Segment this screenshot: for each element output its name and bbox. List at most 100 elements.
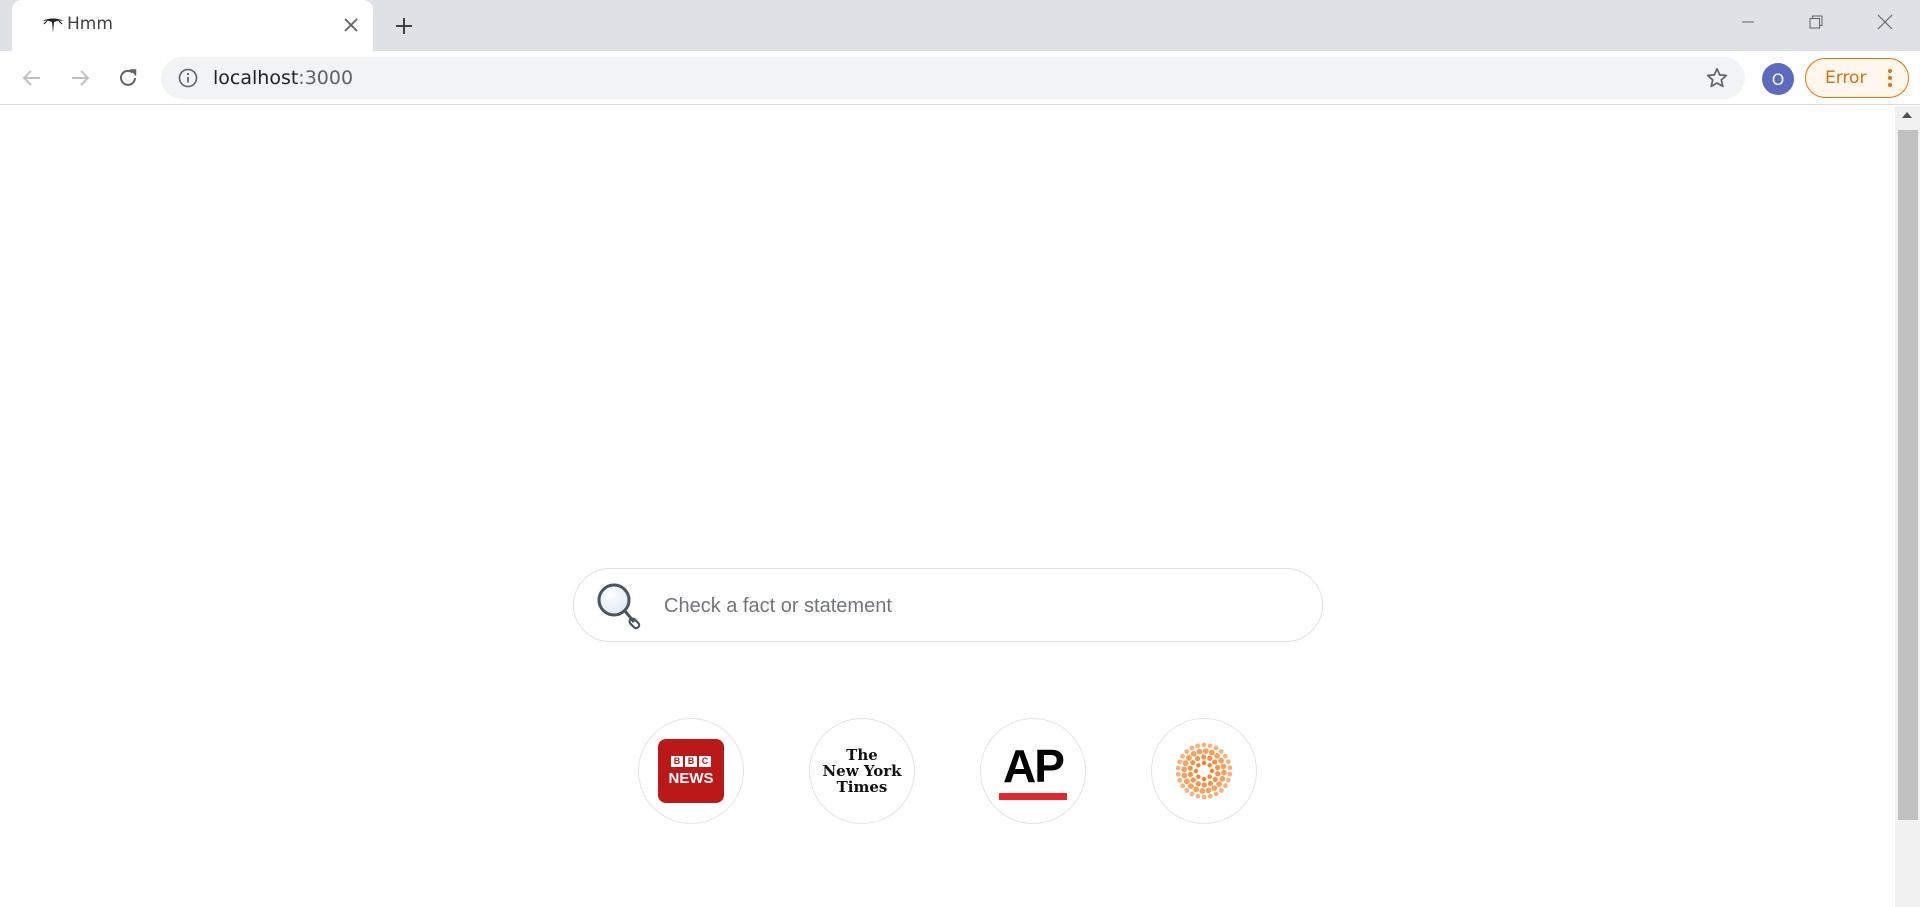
- star-icon[interactable]: [1705, 66, 1729, 90]
- tab-strip: Hmm: [0, 0, 1920, 51]
- browser-toolbar: localhost:3000 O Error: [0, 51, 1920, 105]
- source-bbc-news[interactable]: B B C NEWS: [638, 718, 744, 824]
- magnifier-icon: [597, 583, 641, 630]
- reuters-dot: [1190, 750, 1197, 757]
- bbc-news-logo: B B C NEWS: [658, 739, 724, 803]
- reuters-dot: [1181, 766, 1187, 773]
- reuters-dot: [1177, 777, 1183, 783]
- address-bar[interactable]: localhost:3000: [161, 57, 1745, 99]
- scroll-thumb[interactable]: [1898, 130, 1918, 820]
- search-input[interactable]: [664, 588, 1284, 624]
- reuters-dot: [1182, 760, 1189, 767]
- kebab-menu-icon: [1888, 69, 1892, 87]
- forward-button[interactable]: [63, 61, 97, 95]
- reuters-dot: [1213, 791, 1219, 797]
- minimize-button[interactable]: [1725, 6, 1771, 38]
- reuters-dot: [1196, 748, 1203, 755]
- reuters-dot: [1222, 753, 1228, 759]
- source-ap[interactable]: AP: [980, 718, 1086, 824]
- ap-logo: AP: [999, 743, 1067, 800]
- reuters-dot: [1207, 793, 1213, 799]
- reuters-dot: [1195, 755, 1201, 762]
- reuters-dot: [1207, 763, 1212, 768]
- tree-favicon-icon: [42, 18, 64, 33]
- bbc-news-label: NEWS: [668, 769, 714, 787]
- vertical-scrollbar[interactable]: [1895, 106, 1920, 907]
- reuters-dot: [1218, 757, 1225, 764]
- back-button[interactable]: [15, 61, 49, 95]
- reuters-dot: [1219, 775, 1226, 782]
- ap-letters: AP: [1003, 739, 1065, 792]
- reuters-dot: [1225, 759, 1231, 765]
- reuters-dot: [1195, 743, 1201, 749]
- info-icon[interactable]: [177, 67, 199, 89]
- reuters-logo-icon: [1175, 742, 1233, 800]
- reuters-dot: [1193, 768, 1199, 774]
- close-icon: [1877, 14, 1893, 30]
- reuters-dot: [1196, 763, 1201, 768]
- reuters-dot: [1218, 749, 1224, 754]
- reuters-dot: [1187, 771, 1194, 778]
- address-url: localhost:3000: [213, 67, 353, 89]
- reuters-dot: [1190, 759, 1196, 766]
- reuters-dot: [1196, 774, 1201, 779]
- reuters-dot: [1184, 788, 1190, 793]
- plus-icon: [396, 18, 412, 34]
- reuters-dot: [1202, 748, 1209, 754]
- reuters-dot: [1216, 781, 1223, 787]
- reuters-dot: [1212, 776, 1218, 783]
- reuters-dot: [1223, 783, 1228, 789]
- reuters-dot: [1201, 776, 1207, 782]
- bbc-block-c: C: [699, 755, 711, 767]
- reuters-dot: [1201, 742, 1207, 748]
- nyt-line-3: Times: [836, 778, 888, 796]
- tab-close-button[interactable]: [339, 13, 363, 37]
- profile-avatar[interactable]: O: [1762, 63, 1794, 95]
- restore-button[interactable]: [1793, 6, 1839, 38]
- reuters-dot: [1225, 777, 1231, 783]
- reuters-dot: [1214, 752, 1220, 759]
- browser-tab[interactable]: Hmm: [12, 0, 373, 51]
- reuters-dot: [1201, 754, 1207, 760]
- ap-underline: [999, 792, 1067, 800]
- error-menu-button[interactable]: Error: [1805, 58, 1909, 98]
- reuters-dot: [1175, 765, 1181, 771]
- tab-title: Hmm: [67, 14, 113, 34]
- reuters-dot: [1187, 765, 1193, 771]
- source-reuters[interactable]: [1151, 718, 1257, 824]
- reuters-dot: [1221, 769, 1227, 776]
- search-box[interactable]: [573, 568, 1323, 642]
- url-host: localhost: [213, 67, 299, 89]
- reuters-dot: [1189, 745, 1195, 751]
- reuters-dot: [1213, 745, 1219, 751]
- reuters-dot: [1195, 793, 1201, 799]
- close-window-button[interactable]: [1862, 6, 1908, 38]
- reuters-dot: [1207, 780, 1213, 787]
- reuters-dot: [1207, 743, 1213, 749]
- reuters-dot: [1211, 785, 1218, 792]
- reuters-dot: [1212, 759, 1218, 765]
- error-label: Error: [1825, 68, 1867, 88]
- close-icon: [344, 18, 358, 32]
- reload-button[interactable]: [111, 61, 145, 95]
- reuters-dot: [1214, 764, 1221, 771]
- source-nyt[interactable]: The New York Times: [809, 718, 915, 824]
- reuters-dot: [1177, 759, 1183, 765]
- reuters-dot: [1201, 760, 1207, 766]
- reuters-dot: [1193, 786, 1200, 793]
- reuters-dot: [1201, 782, 1207, 788]
- reuters-dot: [1189, 791, 1195, 797]
- reuters-dot: [1207, 755, 1213, 761]
- reuters-dot: [1195, 781, 1201, 787]
- new-tab-button[interactable]: [390, 12, 418, 40]
- reuters-dot: [1208, 749, 1215, 756]
- reuters-dot: [1215, 771, 1221, 777]
- nyt-line-2: New York: [822, 762, 902, 780]
- scroll-up-arrow-icon[interactable]: [1902, 112, 1912, 118]
- nyt-logo: The New York Times: [822, 747, 901, 795]
- reuters-dot: [1185, 755, 1192, 761]
- restore-icon: [1809, 15, 1823, 29]
- reuters-dot: [1201, 794, 1207, 800]
- reuters-dot: [1199, 788, 1206, 794]
- arrow-right-icon: [72, 70, 90, 86]
